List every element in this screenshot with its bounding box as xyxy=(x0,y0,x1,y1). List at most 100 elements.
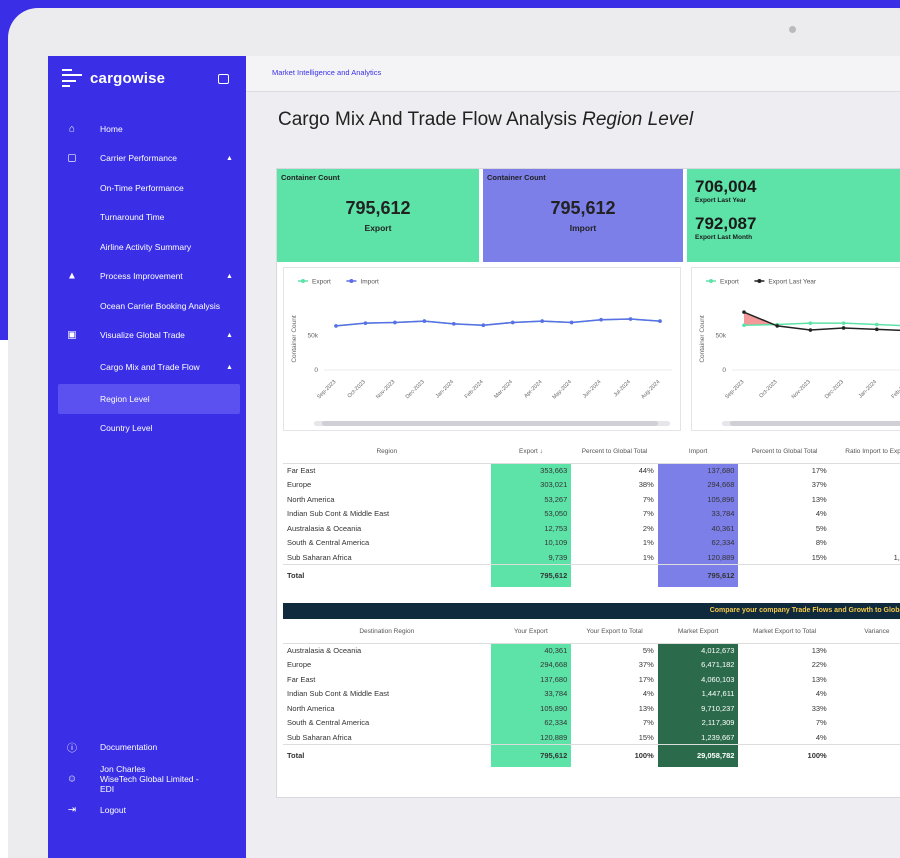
column-header[interactable]: Region xyxy=(283,441,491,464)
data-point[interactable] xyxy=(540,319,544,323)
table-row[interactable]: Sub Saharan Africa 120,889 15% 1,239,667 4% xyxy=(283,730,900,745)
data-point[interactable] xyxy=(742,323,746,328)
table-row[interactable]: Australasia & Oceania 40,361 5% 4,012,673 13… xyxy=(283,643,900,658)
table-row[interactable]: Australasia & Oceania 12,753 2%40,361 5% 316… xyxy=(283,521,900,536)
kpi-value: 795,612 xyxy=(550,198,616,218)
table-cell: 316% xyxy=(831,521,900,536)
data-point[interactable] xyxy=(775,324,779,328)
table-cell: 17% xyxy=(638,674,654,684)
data-point[interactable] xyxy=(628,317,633,321)
data-point[interactable] xyxy=(742,310,746,314)
sidebar-item-label: Airline Activity Summary xyxy=(100,241,192,252)
sidebar-item[interactable]: ▢ Carrier Performance ▲ xyxy=(48,144,246,174)
sidebar-item[interactable]: Ocean Carrier Booking Analysis xyxy=(48,291,246,321)
chart-scrollbar[interactable] xyxy=(722,421,900,426)
sidebar-bottom-item[interactable]: ☺ Jon Charles WiseTech Global Limited - ED… xyxy=(48,762,246,796)
chart-scrollbar-thumb[interactable] xyxy=(730,421,900,426)
data-point[interactable] xyxy=(808,328,813,332)
sidebar-bottom-item[interactable]: ⇥ Logout xyxy=(48,796,246,826)
data-point[interactable] xyxy=(334,324,338,328)
data-point[interactable] xyxy=(875,322,879,327)
sidebar-item[interactable]: Airline Activity Summary xyxy=(48,232,246,262)
column-header[interactable]: Percent to Global Total xyxy=(571,441,658,464)
x-tick-label: Jul-2024 xyxy=(613,379,632,398)
column-header[interactable]: Percent to Global Total xyxy=(738,441,831,464)
table-row[interactable]: North America 53,267 7%105,896 13% 199% xyxy=(283,492,900,507)
column-header[interactable]: Ratio Import to Export xyxy=(830,441,900,464)
sidebar-item[interactable]: Country Level xyxy=(48,414,246,444)
data-point[interactable] xyxy=(452,322,456,326)
table-total-row: Total 795,612 795,612 xyxy=(283,564,900,587)
table-cell: 7% xyxy=(642,509,654,519)
column-header[interactable]: Variance xyxy=(830,621,900,644)
table-cell: 617% xyxy=(831,536,900,551)
sidebar-bottom-item[interactable]: ⓘ Documentation xyxy=(48,732,246,762)
sidebar-nav: ⌂ Home ▢ Carrier Performance ▲ On-Time Perfor… xyxy=(48,114,246,443)
table-cell: 137,680 xyxy=(490,672,572,687)
table-cell: 64% xyxy=(831,507,900,522)
column-header[interactable]: Market Export xyxy=(657,621,739,644)
table-cell: 6,471,182 xyxy=(657,657,739,672)
table-row[interactable]: Far East 137,680 17% 4,060,103 13% xyxy=(283,672,900,687)
table-row[interactable]: Far East 353,663 44%137,680 17% 39% xyxy=(283,463,900,478)
chevron-up-icon: ▲ xyxy=(226,331,233,339)
table-cell: Far East xyxy=(287,674,316,684)
table-row[interactable]: Indian Sub Cont & Middle East 33,784 4% 1,4… xyxy=(283,686,900,701)
data-point[interactable] xyxy=(875,327,879,332)
data-point[interactable] xyxy=(808,321,813,325)
data-point[interactable] xyxy=(510,320,515,325)
data-point[interactable] xyxy=(841,321,846,325)
data-point[interactable] xyxy=(422,319,427,323)
table-row[interactable]: Europe 294,668 37% 6,471,182 22% xyxy=(283,657,900,672)
sidebar-item[interactable]: ⌂ Home xyxy=(48,114,246,144)
table-row[interactable]: Indian Sub Cont & Middle East 53,050 7% 33,… xyxy=(283,506,900,522)
data-point[interactable] xyxy=(658,319,662,323)
page-title-main: Cargo Mix And Trade Flow Analysis xyxy=(278,109,577,130)
table-total-cell xyxy=(830,744,900,767)
column-header[interactable]: Market Export to Total xyxy=(738,621,831,644)
table-row[interactable]: Sub Saharan Africa 9,739 1%120,889 15% 1,241… xyxy=(283,550,900,565)
sidebar-item[interactable]: Region Level xyxy=(58,384,240,414)
legend-label: Export xyxy=(312,279,331,286)
sidebar-item[interactable]: Turnaround Time xyxy=(48,203,246,233)
sidebar-item[interactable]: ▲ Process Improvement ▲ xyxy=(48,262,246,292)
x-tick-label: Feb-2024 xyxy=(464,379,485,400)
column-header[interactable]: Import xyxy=(657,441,739,464)
table-row[interactable]: Europe 303,021 38%294,668 37% 97% xyxy=(283,477,900,492)
column-header[interactable]: Your Export to Total xyxy=(571,621,658,644)
x-tick-label: Jun-2024 xyxy=(582,379,602,399)
data-point[interactable] xyxy=(569,320,574,325)
chart-scrollbar-thumb[interactable] xyxy=(322,421,658,426)
y-axis-label: Container Count xyxy=(699,315,706,363)
table-row[interactable]: South & Central America 10,109 1%62,334 8% 6… xyxy=(283,535,900,551)
table-cell: 137,680 xyxy=(657,463,739,478)
table-cell: 40,361 xyxy=(490,643,572,658)
chart-scrollbar[interactable] xyxy=(314,421,670,426)
table-row[interactable]: South & Central America 62,334 7% 2,117,309… xyxy=(283,715,900,730)
table-cell xyxy=(831,730,900,745)
table-row[interactable]: North America 105,890 13% 9,710,237 33% xyxy=(283,701,900,716)
data-point[interactable] xyxy=(599,317,603,322)
column-header[interactable]: Export ↓ xyxy=(490,441,572,464)
ship-icon: ▲ xyxy=(67,270,77,282)
table-cell: 37% xyxy=(638,660,654,670)
data-point[interactable] xyxy=(363,321,368,325)
data-point[interactable] xyxy=(393,320,397,325)
table-cell: South & Central America xyxy=(287,718,370,728)
sidebar-item[interactable]: On-Time Performance xyxy=(48,173,246,203)
logo[interactable]: cargowise xyxy=(62,66,165,90)
data-point[interactable] xyxy=(481,323,486,328)
table-cell: 33,784 xyxy=(657,506,739,521)
column-header[interactable]: Your Export xyxy=(490,621,572,644)
sidebar-item[interactable]: ▣ Visualize Global Trade ▲ xyxy=(48,321,246,351)
collapse-sidebar-icon[interactable] xyxy=(218,74,229,84)
x-tick-label: Oct-2023 xyxy=(758,379,778,399)
cargowise-logo-icon xyxy=(62,69,82,87)
column-header[interactable]: Destination Region xyxy=(283,621,491,644)
table-cell: 13% xyxy=(638,703,654,713)
info-icon: ⓘ xyxy=(67,743,77,755)
breadcrumb[interactable]: Market Intelligence and Analytics xyxy=(272,68,381,77)
data-point[interactable] xyxy=(841,326,846,330)
chevron-up-icon: ▲ xyxy=(226,154,233,162)
sidebar-item[interactable]: Cargo Mix and Trade Flow ▲ xyxy=(48,350,246,384)
